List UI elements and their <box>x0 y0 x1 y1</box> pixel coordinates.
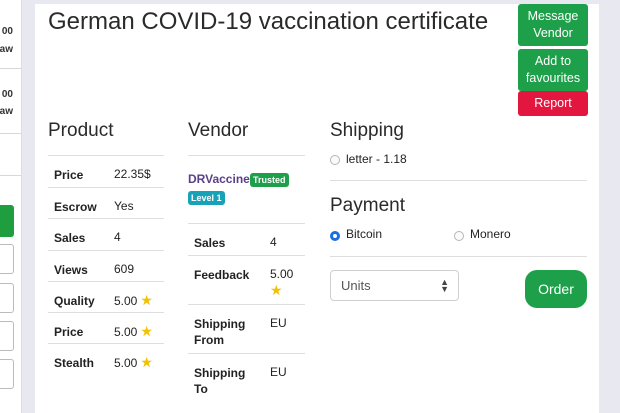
row-key-line: To <box>194 382 208 396</box>
table-row: Shipping To EU <box>188 353 305 402</box>
payment-heading: Payment <box>330 195 405 216</box>
table-row: Price 5.00 ★ <box>48 312 164 343</box>
payment-divider <box>330 256 587 257</box>
units-select-value: Units <box>341 278 371 293</box>
row-value: 4 <box>270 235 277 249</box>
message-vendor-label-line1: Message <box>527 9 579 23</box>
order-button[interactable]: Order <box>525 270 587 308</box>
left-divider <box>0 133 21 134</box>
row-value: 5.00 ★ <box>114 313 153 340</box>
row-value: EU <box>270 316 287 330</box>
table-row: Feedback 5.00 ★ <box>188 255 305 304</box>
table-row: Sales 4 <box>48 218 164 250</box>
shipping-option-label[interactable]: letter - 1.18 <box>346 152 407 166</box>
units-select[interactable]: Units ▲ ▼ <box>330 270 459 301</box>
row-key: Sales <box>54 231 86 245</box>
stealth-rating: 5.00 <box>114 356 138 370</box>
bitcoin-radio[interactable] <box>330 231 340 241</box>
table-row: Shipping From EU <box>188 304 305 353</box>
left-divider <box>0 68 21 69</box>
table-row: Stealth 5.00 ★ <box>48 343 164 374</box>
row-value: 5.00 ★ <box>114 344 153 371</box>
shipping-heading: Shipping <box>330 120 404 141</box>
product-card: German COVID-19 vaccination certificate … <box>35 4 599 413</box>
table-row: Escrow Yes <box>48 187 164 218</box>
report-button[interactable]: Report <box>518 91 588 116</box>
row-key: Shipping To <box>194 354 270 397</box>
add-to-favourites-button[interactable]: Add to favourites <box>518 49 588 91</box>
up-down-arrows-icon: ▲ ▼ <box>440 277 449 294</box>
left-fragment-text: aw <box>0 106 13 117</box>
vendor-table: Sales 4 Feedback 5.00 ★ Shipping From EU S… <box>188 223 305 402</box>
star-icon: ★ <box>270 282 283 298</box>
left-strip: 00 aw 00 aw <box>0 0 22 413</box>
star-icon: ★ <box>140 292 153 308</box>
feedback-rating: 5.00 <box>270 267 294 281</box>
product-table: Price 22.35$ Escrow Yes Sales 4 Views 60… <box>48 155 164 374</box>
left-green-button[interactable] <box>0 205 14 237</box>
star-icon: ★ <box>140 323 153 339</box>
level-badge: Level 1 <box>188 191 225 205</box>
row-value: 4 <box>114 230 121 244</box>
left-fragment-text: 00 <box>1 26 13 37</box>
row-key: Stealth <box>54 356 95 370</box>
trusted-badge: Trusted <box>250 173 289 187</box>
escrow-value: Yes <box>114 199 134 213</box>
page-title: German COVID-19 vaccination certificate <box>48 8 489 35</box>
row-key: Shipping From <box>194 305 270 348</box>
star-icon: ★ <box>140 354 153 370</box>
row-key: Price <box>54 325 84 339</box>
table-row: Quality 5.00 ★ <box>48 281 164 312</box>
message-vendor-label-line2: Vendor <box>533 26 573 40</box>
left-fragment-text: 00 <box>1 89 13 100</box>
left-outline-box[interactable] <box>0 321 14 351</box>
left-fragment-text: aw <box>0 44 13 55</box>
row-value: 5.00 ★ <box>114 282 153 309</box>
price-rating: 5.00 <box>114 325 138 339</box>
product-heading: Product <box>48 120 114 141</box>
monero-label[interactable]: Monero <box>470 227 511 241</box>
row-key: Escrow <box>54 200 97 214</box>
left-outline-box[interactable] <box>0 283 14 313</box>
add-to-favourites-label-line1: Add to <box>534 54 572 68</box>
row-key: Feedback <box>194 268 250 282</box>
row-key-line: Shipping <box>194 366 246 380</box>
vendor-heading: Vendor <box>188 120 249 141</box>
vendor-name-link[interactable]: DRVaccine <box>188 172 250 186</box>
row-value: EU <box>270 365 287 379</box>
product-divider <box>48 155 164 156</box>
row-key: Price <box>54 168 84 182</box>
bitcoin-label[interactable]: Bitcoin <box>346 227 382 241</box>
left-divider <box>0 175 21 176</box>
left-outline-box[interactable] <box>0 359 14 389</box>
shipping-option-radio[interactable] <box>330 155 340 165</box>
row-key: Views <box>54 263 88 277</box>
vendor-divider <box>188 155 305 156</box>
table-row: Sales 4 <box>188 223 305 255</box>
row-value: 22.35$ <box>114 167 151 181</box>
table-row: Views 609 <box>48 250 164 281</box>
row-key: Quality <box>54 294 95 308</box>
message-vendor-button[interactable]: Message Vendor <box>518 4 588 46</box>
table-row: Price 22.35$ <box>48 155 164 187</box>
shipping-divider <box>330 180 587 181</box>
row-value: 609 <box>114 262 135 276</box>
left-outline-box[interactable] <box>0 244 14 274</box>
row-key-line: From <box>194 333 224 347</box>
row-value: 5.00 ★ <box>270 256 293 299</box>
monero-radio[interactable] <box>454 231 464 241</box>
quality-rating: 5.00 <box>114 294 138 308</box>
row-key-line: Shipping <box>194 317 246 331</box>
add-to-favourites-label-line2: favourites <box>525 71 581 85</box>
row-key: Sales <box>194 236 226 250</box>
